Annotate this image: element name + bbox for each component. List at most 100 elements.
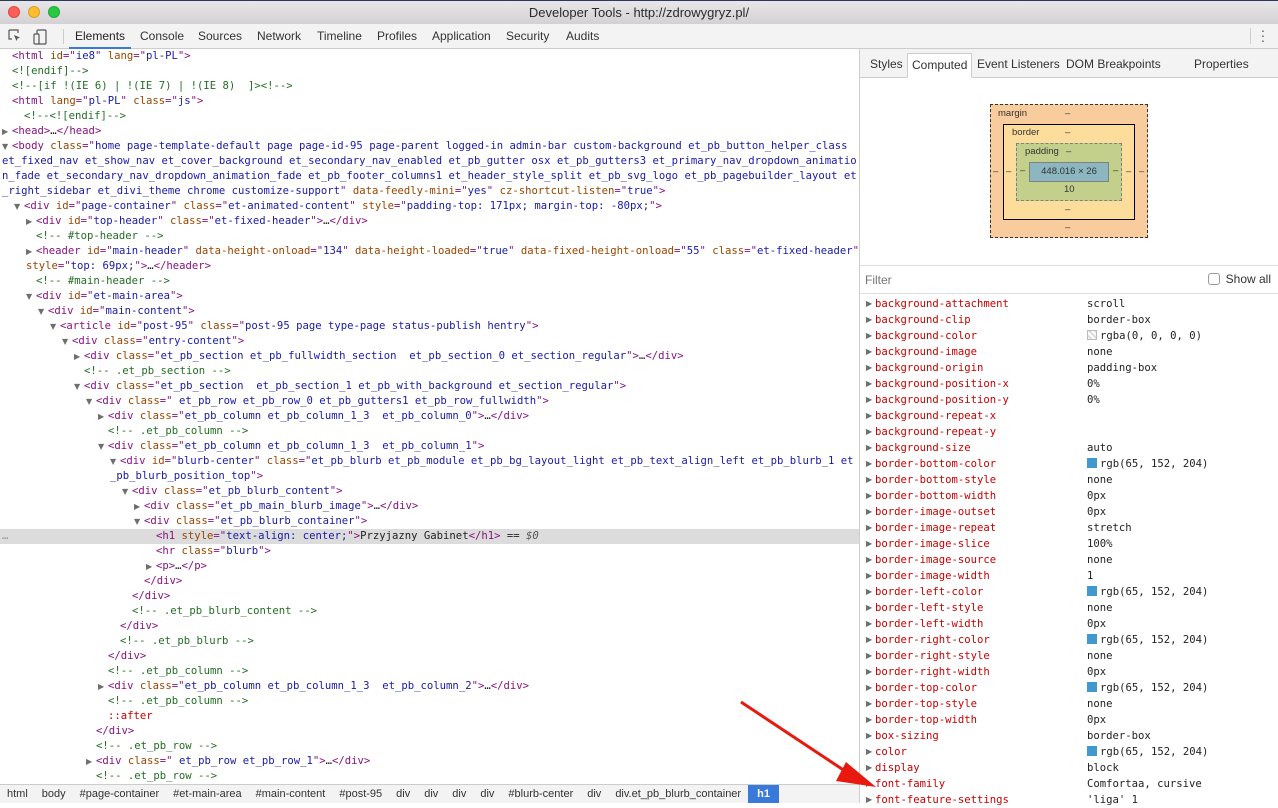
- tab-elements[interactable]: Elements: [69, 24, 132, 49]
- checkbox-icon[interactable]: [1207, 273, 1220, 285]
- expand-triangle-icon[interactable]: ▶: [866, 376, 872, 392]
- breadcrumb-item[interactable]: #blurb-center: [501, 785, 580, 803]
- collapse-triangle-icon[interactable]: ▼: [86, 394, 96, 409]
- expand-triangle-icon[interactable]: ▶: [866, 776, 872, 792]
- expand-triangle-icon[interactable]: ▶: [86, 754, 96, 769]
- dom-node[interactable]: ▶ <div class=" et_pb_row et_pb_row_1">…</…: [0, 754, 859, 769]
- elements-tree[interactable]: <html id="ie8" lang="pl-PL"> <![endif]-->…: [0, 49, 859, 784]
- dom-node[interactable]: </div>: [0, 574, 859, 589]
- expand-triangle-icon[interactable]: ▶: [866, 328, 872, 344]
- maximize-window-button[interactable]: [48, 6, 60, 18]
- dom-node[interactable]: ▶ <div class="et_pb_main_blurb_image">…</…: [0, 499, 859, 514]
- expand-triangle-icon[interactable]: ▶: [866, 440, 872, 456]
- dom-node[interactable]: ▼ <div id="et-main-area">: [0, 289, 859, 304]
- node-actions-icon[interactable]: …: [2, 529, 8, 544]
- dom-node[interactable]: <![endif]-->: [0, 64, 859, 79]
- computed-property-row[interactable]: ▶ border-image-slice 100%: [860, 536, 1278, 552]
- computed-property-row[interactable]: ▶ border-right-width 0px: [860, 664, 1278, 680]
- dom-node[interactable]: </div>: [0, 724, 859, 739]
- expand-triangle-icon[interactable]: ▶: [866, 392, 872, 408]
- breadcrumb-item[interactable]: div: [580, 785, 608, 803]
- breadcrumb-item[interactable]: #main-content: [249, 785, 333, 803]
- box-model-content[interactable]: 448.016 × 26: [1029, 162, 1109, 182]
- dom-node[interactable]: ▼ <div id="main-content">: [0, 304, 859, 319]
- computed-property-row[interactable]: ▶ background-position-y 0%: [860, 392, 1278, 408]
- expand-triangle-icon[interactable]: ▶: [866, 296, 872, 312]
- computed-property-row[interactable]: ▶ border-bottom-style none: [860, 472, 1278, 488]
- computed-property-row[interactable]: ▶ background-size auto: [860, 440, 1278, 456]
- expand-triangle-icon[interactable]: ▶: [26, 214, 36, 229]
- expand-triangle-icon[interactable]: ▶: [2, 124, 12, 139]
- expand-triangle-icon[interactable]: ▶: [866, 728, 872, 744]
- dom-node-selected[interactable]: … <h1 style="text-align: center;">Przyjaz…: [0, 529, 859, 544]
- show-all-checkbox[interactable]: Show all: [1207, 272, 1271, 286]
- expand-triangle-icon[interactable]: ▶: [866, 600, 872, 616]
- breadcrumb-item[interactable]: body: [35, 785, 73, 803]
- expand-triangle-icon[interactable]: ▶: [866, 632, 872, 648]
- expand-triangle-icon[interactable]: ▶: [866, 552, 872, 568]
- collapse-triangle-icon[interactable]: ▼: [122, 484, 132, 499]
- sidebar-tab-event-listeners[interactable]: Event Listeners: [973, 53, 1064, 78]
- expand-triangle-icon[interactable]: ▶: [866, 616, 872, 632]
- box-model-border[interactable]: border – – – – padding – 10 – – 448.016 …: [1003, 124, 1135, 220]
- expand-triangle-icon[interactable]: ▶: [866, 584, 872, 600]
- dom-node[interactable]: ::after: [0, 709, 859, 724]
- computed-property-row[interactable]: ▶ background-position-x 0%: [860, 376, 1278, 392]
- dom-node[interactable]: ▼ <body class="home page-template-default…: [0, 139, 859, 199]
- dom-node[interactable]: ▼ <div class="et_pb_blurb_content">: [0, 484, 859, 499]
- collapse-triangle-icon[interactable]: ▼: [50, 319, 60, 334]
- breadcrumb-item[interactable]: div: [473, 785, 501, 803]
- expand-triangle-icon[interactable]: ▶: [866, 664, 872, 680]
- computed-property-row[interactable]: ▶ border-bottom-color rgb(65, 152, 204): [860, 456, 1278, 472]
- close-window-button[interactable]: [8, 6, 20, 18]
- tab-sources[interactable]: Sources: [192, 24, 248, 49]
- expand-triangle-icon[interactable]: ▶: [866, 712, 872, 728]
- computed-property-row[interactable]: ▶ background-clip border-box: [860, 312, 1278, 328]
- tab-console[interactable]: Console: [134, 24, 190, 49]
- expand-triangle-icon[interactable]: ▶: [866, 760, 872, 776]
- minimize-window-button[interactable]: [28, 6, 40, 18]
- computed-property-row[interactable]: ▶ border-left-style none: [860, 600, 1278, 616]
- breadcrumb-item[interactable]: div: [389, 785, 417, 803]
- expand-triangle-icon[interactable]: ▶: [866, 504, 872, 520]
- expand-triangle-icon[interactable]: ▶: [866, 408, 872, 424]
- expand-triangle-icon[interactable]: ▶: [866, 424, 872, 440]
- tab-application[interactable]: Application: [426, 24, 497, 49]
- breadcrumb-item[interactable]: html: [0, 785, 35, 803]
- computed-property-row[interactable]: ▶ border-image-repeat stretch: [860, 520, 1278, 536]
- dom-node[interactable]: <html id="ie8" lang="pl-PL">: [0, 49, 859, 64]
- dom-node[interactable]: ▼ <div id="blurb-center" class="et_pb_blu…: [0, 454, 859, 484]
- dom-node[interactable]: <!-- .et_pb_column -->: [0, 664, 859, 679]
- inspect-element-icon[interactable]: [8, 29, 22, 43]
- color-swatch-icon[interactable]: [1087, 330, 1097, 340]
- dom-node[interactable]: ▶ <div id="top-header" class="et-fixed-he…: [0, 214, 859, 229]
- color-swatch-icon[interactable]: [1087, 458, 1097, 468]
- box-model-margin[interactable]: margin – – – – border – – – – padding – …: [990, 104, 1148, 238]
- dom-node[interactable]: ▶ <header id="main-header" data-height-on…: [0, 244, 859, 274]
- collapse-triangle-icon[interactable]: ▼: [14, 199, 24, 214]
- tab-security[interactable]: Security: [500, 24, 555, 49]
- computed-property-row[interactable]: ▶ border-left-width 0px: [860, 616, 1278, 632]
- dom-node[interactable]: <!-- .et_pb_row -->: [0, 739, 859, 754]
- computed-property-row[interactable]: ▶ background-image none: [860, 344, 1278, 360]
- dom-node[interactable]: ▼ <div class="et_pb_blurb_container">: [0, 514, 859, 529]
- expand-triangle-icon[interactable]: ▶: [146, 559, 156, 574]
- computed-property-row[interactable]: ▶ background-repeat-y: [860, 424, 1278, 440]
- computed-property-row[interactable]: ▶ background-repeat-x: [860, 408, 1278, 424]
- color-swatch-icon[interactable]: [1087, 586, 1097, 596]
- computed-property-row[interactable]: ▶ border-bottom-width 0px: [860, 488, 1278, 504]
- dom-node[interactable]: <html lang="pl-PL" class="js">: [0, 94, 859, 109]
- sidebar-tab-dom-breakpoints[interactable]: DOM Breakpoints: [1062, 53, 1165, 78]
- computed-property-row[interactable]: ▶ border-right-color rgb(65, 152, 204): [860, 632, 1278, 648]
- dom-node[interactable]: </div>: [0, 619, 859, 634]
- dom-node[interactable]: ▼ <div id="page-container" class="et-anim…: [0, 199, 859, 214]
- computed-property-row[interactable]: ▶ border-image-outset 0px: [860, 504, 1278, 520]
- collapse-triangle-icon[interactable]: ▼: [2, 139, 12, 154]
- sidebar-tab-styles[interactable]: Styles: [866, 53, 907, 78]
- collapse-triangle-icon[interactable]: ▼: [38, 304, 48, 319]
- device-toolbar-icon[interactable]: [33, 29, 47, 45]
- expand-triangle-icon[interactable]: ▶: [866, 792, 872, 808]
- computed-property-row[interactable]: ▶ color rgb(65, 152, 204): [860, 744, 1278, 760]
- dom-node[interactable]: ▶ <div class="et_pb_column et_pb_column_1…: [0, 409, 859, 424]
- computed-property-row[interactable]: ▶ background-origin padding-box: [860, 360, 1278, 376]
